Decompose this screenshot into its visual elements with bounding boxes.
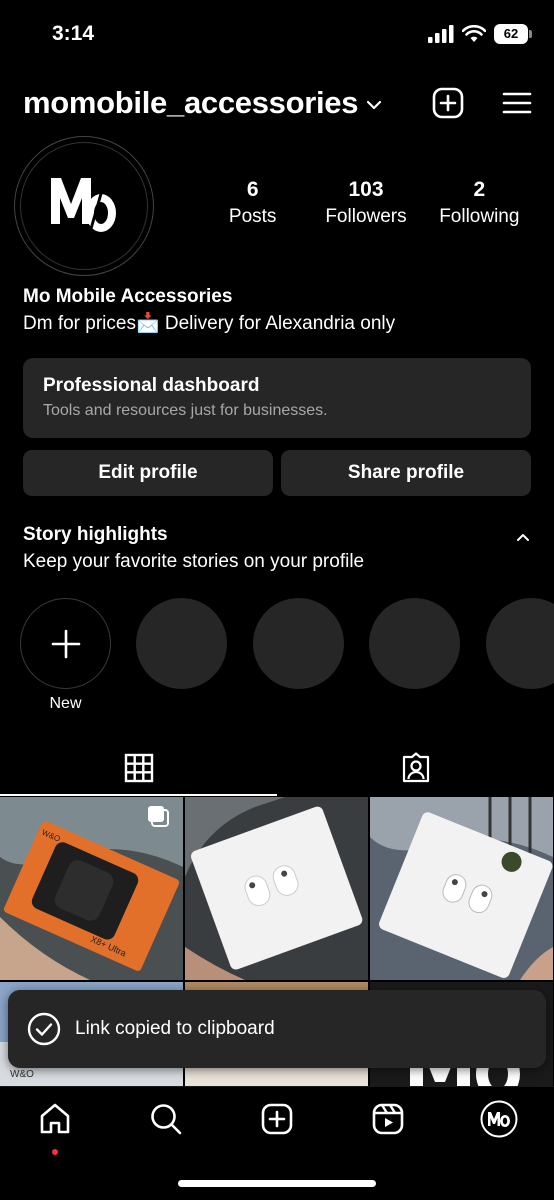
post-image: W&O X8+ Ultra (0, 797, 183, 980)
highlights-subtitle: Keep your favorite stories on your profi… (23, 551, 365, 572)
create-plus-icon (261, 1103, 293, 1135)
highlight-placeholder (369, 598, 460, 689)
profile-actions: Edit profile Share profile (23, 450, 531, 496)
profile-tabs (0, 740, 554, 796)
mo-logo-icon (51, 178, 116, 234)
reels-icon (372, 1103, 404, 1135)
stat-followers[interactable]: 103 Followers (309, 178, 422, 228)
chevron-up-icon[interactable] (516, 533, 530, 542)
post-image (185, 797, 368, 980)
chevron-down-icon[interactable] (366, 100, 382, 110)
stat-label: Following (439, 206, 520, 227)
highlights-row: New (20, 598, 554, 718)
profile-bio: Mo Mobile Accessories Dm for prices📩 Del… (23, 283, 395, 337)
edit-profile-button[interactable]: Edit profile (23, 450, 273, 496)
link-copied-toast: Link copied to clipboard (8, 990, 546, 1068)
username-switcher[interactable]: momobile_accessories (23, 85, 358, 121)
check-circle-icon (27, 1012, 61, 1046)
new-highlight-label: New (49, 695, 82, 712)
dashboard-title: Professional dashboard (43, 375, 260, 396)
tab-tagged[interactable] (277, 740, 554, 796)
home-indicator (178, 1180, 376, 1187)
highlight-placeholder (486, 598, 554, 689)
tab-grid[interactable] (0, 740, 277, 796)
create-plus-icon[interactable] (432, 87, 464, 119)
stat-value: 103 (348, 178, 384, 201)
display-name: Mo Mobile Accessories (23, 286, 233, 307)
highlight-placeholder (253, 598, 344, 689)
toast-text: Link copied to clipboard (75, 1018, 275, 1039)
menu-hamburger-icon[interactable] (502, 91, 532, 115)
stat-label: Posts (228, 206, 277, 227)
profile-avatar-icon (480, 1100, 518, 1138)
stat-value: 2 (473, 178, 486, 201)
post-thumbnail[interactable] (370, 797, 553, 980)
professional-dashboard-card[interactable]: Professional dashboard Tools and resourc… (23, 358, 531, 438)
post-image (370, 797, 553, 980)
nav-create[interactable] (247, 1097, 307, 1141)
nav-profile[interactable] (469, 1097, 529, 1141)
home-icon (40, 1103, 70, 1134)
status-time: 3:14 (52, 22, 95, 45)
dashboard-subtitle: Tools and resources just for businesses. (43, 402, 328, 419)
search-icon (151, 1104, 182, 1135)
nav-reels[interactable] (358, 1097, 418, 1141)
profile-header: momobile_accessories (23, 80, 532, 126)
status-bar: 3:14 62 (0, 0, 554, 70)
share-profile-button[interactable]: Share profile (281, 450, 531, 496)
stat-value: 6 (246, 178, 259, 201)
post-thumbnail[interactable] (185, 797, 368, 980)
plus-icon (51, 629, 80, 658)
profile-avatar[interactable] (14, 136, 154, 276)
cellular-signal-icon (428, 25, 454, 43)
avatar-logo (20, 142, 148, 270)
nav-home[interactable] (25, 1097, 85, 1155)
stat-following[interactable]: 2 Following (423, 178, 536, 228)
battery-indicator: 62 (494, 24, 532, 44)
notification-dot (52, 1149, 58, 1155)
new-highlight-button[interactable] (20, 598, 111, 689)
grid-icon (124, 753, 153, 783)
highlights-title: Story highlights (23, 524, 168, 545)
bio-text: Dm for prices📩 Delivery for Alexandria o… (23, 313, 396, 334)
status-icons: 62 (428, 24, 532, 44)
post-brand: W&O (10, 1069, 34, 1080)
highlight-placeholder (136, 598, 227, 689)
wifi-icon (462, 25, 486, 42)
nav-search[interactable] (136, 1097, 196, 1141)
post-thumbnail[interactable]: W&O X8+ Ultra (0, 797, 183, 980)
profile-stats: 6 Posts 103 Followers 2 Following (196, 178, 536, 228)
tagged-person-icon (402, 752, 429, 783)
stat-posts[interactable]: 6 Posts (196, 178, 309, 228)
stat-label: Followers (325, 206, 407, 227)
